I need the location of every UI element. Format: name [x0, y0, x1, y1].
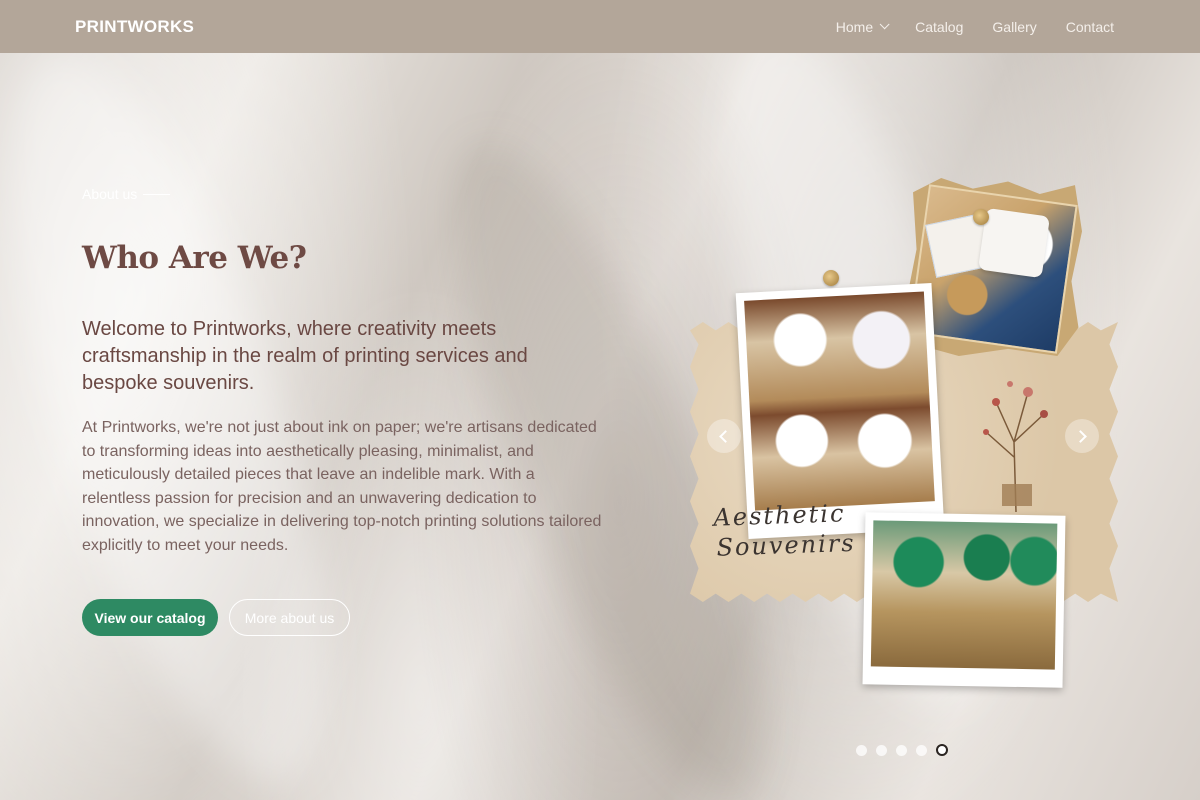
nav-gallery-label: Gallery [992, 18, 1037, 35]
carousel-dot-1[interactable] [856, 744, 867, 756]
caption-line-2: Souvenirs [716, 528, 857, 562]
nav-home[interactable]: Home [835, 18, 890, 35]
hero-actions: View our catalog More about us [82, 599, 622, 636]
image-carousel: Aesthetic Souvenirs [690, 176, 1120, 691]
carousel-dot-3[interactable] [896, 744, 907, 756]
more-about-us-button[interactable]: More about us [229, 599, 350, 636]
nav-catalog[interactable]: Catalog [915, 19, 963, 35]
lead-paragraph: Welcome to Printworks, where creativity … [82, 318, 528, 394]
carousel-dot-5[interactable] [936, 744, 948, 756]
souvenir-boxes-photo [744, 291, 935, 511]
eyebrow-divider [143, 193, 171, 195]
hero-section: About us Who Are We? Welcome to Printwor… [82, 186, 622, 636]
eyebrow-label: About us [82, 186, 138, 202]
dried-flower-illustration [983, 381, 1048, 512]
chevron-right-icon [1074, 429, 1087, 443]
pin-icon [973, 209, 989, 225]
nav-catalog-label: Catalog [915, 18, 964, 35]
nav-contact[interactable]: Contact [1066, 19, 1114, 35]
pin-icon [823, 270, 839, 286]
brand-logo[interactable]: PRINTWORKS [75, 17, 194, 37]
page-title: Who Are We? [82, 240, 307, 276]
carousel-indicators [856, 744, 948, 756]
main-nav: Home Catalog Gallery Contact [836, 19, 1114, 35]
carousel-prev-button[interactable] [707, 419, 741, 453]
gift-bag-polaroid [862, 512, 1066, 688]
aesthetic-souvenirs-caption: Aesthetic Souvenirs [713, 497, 875, 563]
nav-gallery[interactable]: Gallery [992, 19, 1036, 35]
carousel-dot-2[interactable] [876, 744, 887, 756]
carousel-dot-4[interactable] [916, 744, 927, 756]
nav-home-label: Home [835, 18, 874, 35]
nav-contact-label: Contact [1065, 18, 1114, 35]
gift-bags-photo [870, 520, 1058, 670]
chevron-left-icon [719, 429, 732, 443]
carousel-next-button[interactable] [1065, 419, 1099, 453]
body-paragraph: At Printworks, we're not just about ink … [82, 419, 602, 554]
view-catalog-button[interactable]: View our catalog [82, 599, 218, 636]
section-eyebrow: About us [82, 186, 622, 202]
navbar: PRINTWORKS Home Catalog Gallery Contact [0, 0, 1200, 53]
chevron-down-icon [879, 19, 890, 30]
